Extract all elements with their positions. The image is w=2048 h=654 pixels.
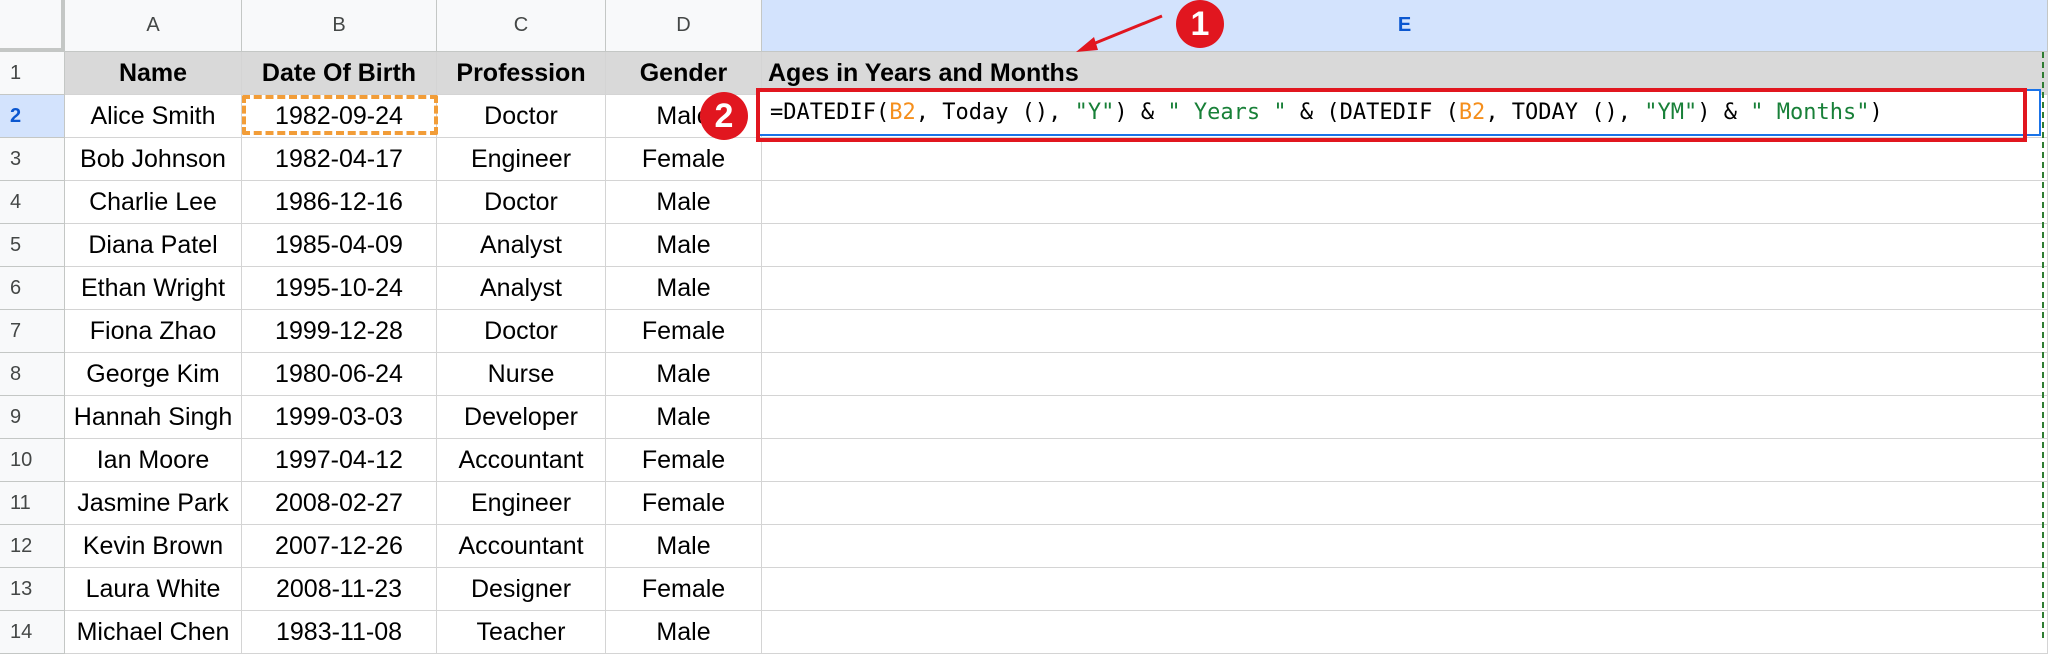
- annotation-arrow: [1076, 14, 1163, 52]
- copy-marquee-edge: [2042, 52, 2044, 638]
- annotation-badge-1: 1: [1176, 0, 1224, 48]
- annotation-badge-2: 2: [700, 92, 748, 140]
